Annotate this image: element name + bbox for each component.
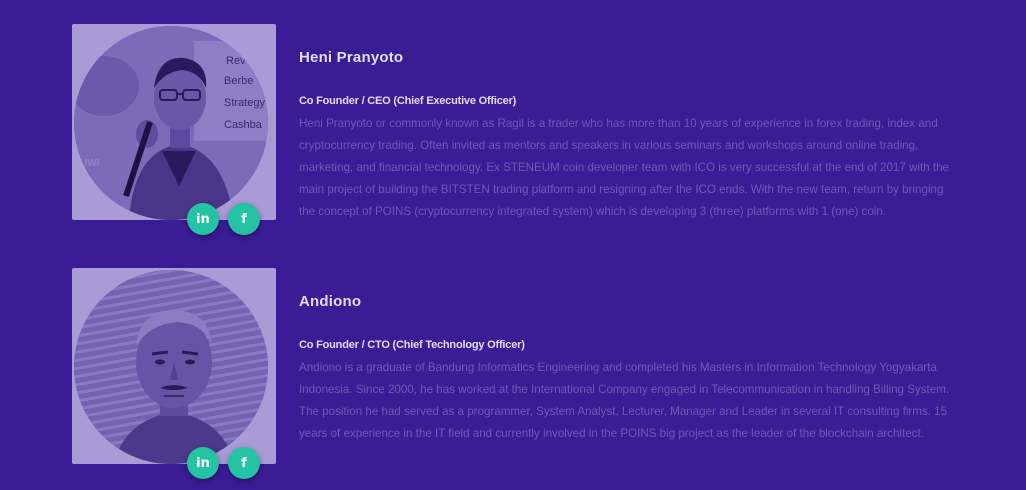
member-photo-frame	[72, 268, 276, 464]
banner-text: Strategy	[224, 97, 265, 109]
linkedin-icon: in	[196, 455, 210, 471]
facebook-icon: f	[241, 455, 247, 471]
member-role: Co Founder / CEO (Chief Executive Office…	[299, 95, 517, 107]
banner-text: Berbe	[224, 75, 253, 87]
member-role: Co Founder / CTO (Chief Technology Offic…	[299, 339, 525, 351]
member-bio: Heni Pranyoto or commonly known as Ragil…	[299, 117, 949, 218]
linkedin-button[interactable]: in	[187, 447, 219, 479]
member-photo: Rev Berbe Strategy Cashba UWI	[74, 26, 268, 220]
linkedin-button[interactable]: in	[187, 203, 219, 235]
facebook-button[interactable]: f	[228, 447, 260, 479]
member-photo-frame: Rev Berbe Strategy Cashba UWI	[72, 24, 276, 220]
member-name: Heni Pranyoto	[299, 49, 404, 66]
linkedin-icon: in	[196, 211, 210, 227]
member-name: Andiono	[299, 293, 362, 310]
facebook-icon: f	[241, 211, 247, 227]
banner-text: UWI	[80, 158, 99, 169]
facebook-button[interactable]: f	[228, 203, 260, 235]
member-bio: Andiono is a graduate of Bandung Informa…	[299, 361, 950, 440]
member-photo	[74, 270, 268, 464]
banner-text: Cashba	[224, 119, 263, 131]
banner-text: Rev	[226, 55, 246, 67]
